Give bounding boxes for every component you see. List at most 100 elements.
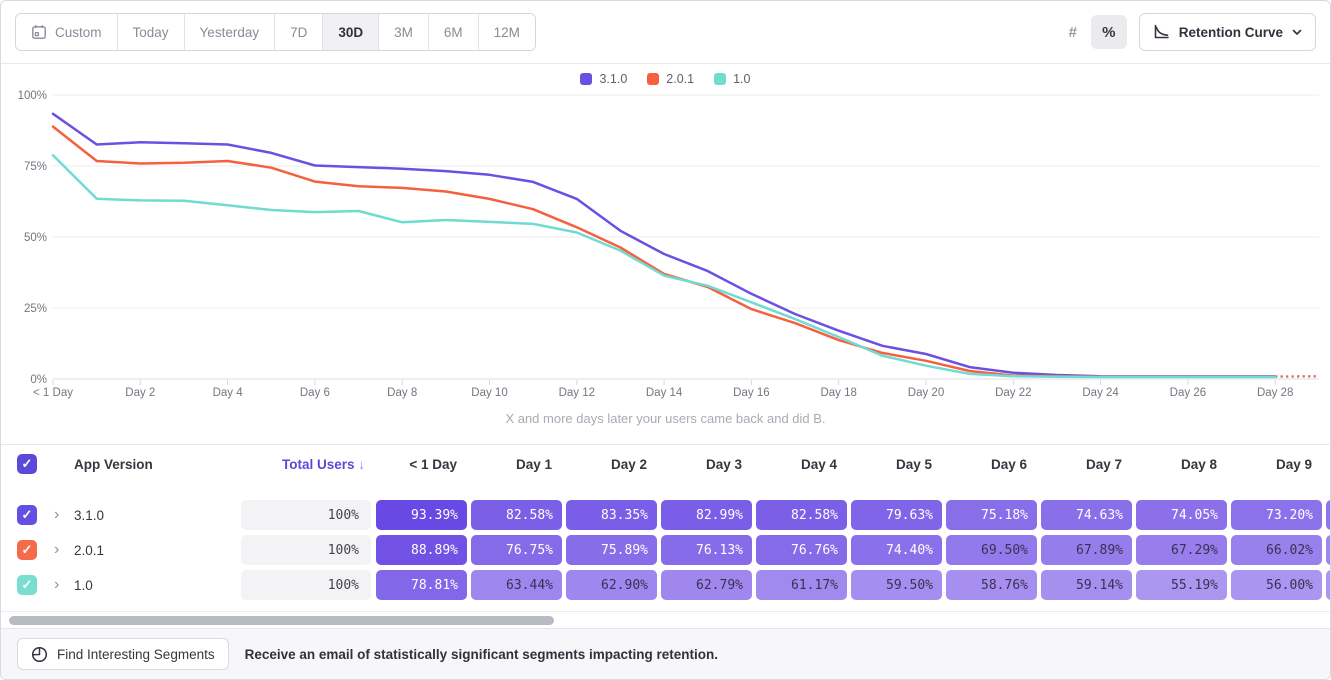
day-column-headers: < 1 DayDay 1Day 2Day 3Day 4Day 5Day 6Day…	[376, 457, 1322, 472]
date-range-custom[interactable]: Custom	[16, 14, 118, 50]
retention-cell[interactable]: 66.02%	[1231, 535, 1322, 565]
retention-cell[interactable]: 63.44%	[471, 570, 562, 600]
retention-cell[interactable]: 82.58%	[756, 500, 847, 530]
retention-cell[interactable]: 76.75%	[471, 535, 562, 565]
horizontal-scrollbar[interactable]	[1, 616, 1330, 625]
toolbar: CustomTodayYesterday7D30D3M6M12M # % Ret…	[1, 1, 1330, 64]
date-range-7d[interactable]: 7D	[275, 14, 323, 50]
retention-cell[interactable]: 82.99%	[661, 500, 752, 530]
date-range-3m[interactable]: 3M	[379, 14, 429, 50]
series-line-1.0	[53, 155, 1275, 377]
column-header-day: Day 8	[1136, 457, 1227, 472]
x-axis-tick-label: Day 22	[995, 387, 1031, 399]
retention-cell[interactable]: 69.50%	[946, 535, 1037, 565]
column-header-day: Day 3	[661, 457, 752, 472]
find-interesting-segments-button[interactable]: Find Interesting Segments	[17, 638, 229, 670]
retention-cell-clipped[interactable]	[1326, 500, 1331, 530]
retention-cell[interactable]: 93.39%	[376, 500, 467, 530]
date-range-12m[interactable]: 12M	[479, 14, 535, 50]
retention-cell-clipped[interactable]	[1326, 570, 1331, 600]
chevron-down-icon	[1292, 29, 1302, 36]
legend-item-2.0.1[interactable]: 2.0.1	[647, 72, 694, 86]
retention-cell[interactable]: 67.29%	[1136, 535, 1227, 565]
row-checkbox-2.0.1[interactable]: ✓	[17, 540, 37, 560]
expand-row-chevron-icon[interactable]: ›	[54, 507, 59, 523]
sort-descending-icon: ↓	[358, 457, 365, 472]
table-row-1.0: ✓›1.0100%78.81%63.44%62.90%62.79%61.17%5…	[1, 570, 1330, 600]
value-mode-toggle: # %	[1055, 15, 1127, 49]
column-header-app-version: App Version	[74, 457, 153, 472]
scrollbar-thumb[interactable]	[9, 616, 554, 625]
x-axis-tick-label: < 1 Day	[33, 387, 73, 399]
retention-cell[interactable]: 74.05%	[1136, 500, 1227, 530]
retention-cell[interactable]: 56.00%	[1231, 570, 1322, 600]
retention-cell[interactable]: 59.14%	[1041, 570, 1132, 600]
retention-cell[interactable]: 62.79%	[661, 570, 752, 600]
x-axis-tick-label: Day 14	[646, 387, 683, 399]
app-version-label: 3.1.0	[74, 508, 104, 523]
date-range-picker: CustomTodayYesterday7D30D3M6M12M	[15, 13, 536, 51]
retention-cell-clipped[interactable]	[1326, 535, 1331, 565]
expand-row-chevron-icon[interactable]: ›	[54, 542, 59, 558]
date-range-6m[interactable]: 6M	[429, 14, 479, 50]
row-checkbox-1.0[interactable]: ✓	[17, 575, 37, 595]
table-header-row: ✓ App Version Total Users ↓ < 1 DayDay 1…	[1, 445, 1330, 483]
retention-cell[interactable]: 74.40%	[851, 535, 942, 565]
date-range-30d[interactable]: 30D	[323, 14, 379, 50]
y-axis-tick-label: 25%	[24, 303, 47, 315]
column-header-day: Day 5	[851, 457, 942, 472]
series-line-3.1.0	[53, 114, 1275, 377]
column-header-day: Day 7	[1041, 457, 1132, 472]
legend-swatch	[714, 73, 726, 85]
legend-item-3.1.0[interactable]: 3.1.0	[580, 72, 627, 86]
retention-cell[interactable]: 58.76%	[946, 570, 1037, 600]
date-range-yesterday[interactable]: Yesterday	[185, 14, 276, 50]
absolute-numbers-button[interactable]: #	[1055, 15, 1091, 49]
retention-cell[interactable]: 61.17%	[756, 570, 847, 600]
column-header-day: Day 1	[471, 457, 562, 472]
retention-cell[interactable]: 62.90%	[566, 570, 657, 600]
column-header-day: Day 9	[1231, 457, 1322, 472]
x-axis-tick-label: Day 16	[733, 387, 769, 399]
retention-cell[interactable]: 74.63%	[1041, 500, 1132, 530]
x-axis-tick-label: Day 10	[471, 387, 507, 399]
total-users-cell: 100%	[241, 570, 371, 600]
retention-cell[interactable]: 78.81%	[376, 570, 467, 600]
retention-cell[interactable]: 73.20%	[1231, 500, 1322, 530]
x-axis-tick-label: Day 8	[387, 387, 417, 399]
retention-cell[interactable]: 75.18%	[946, 500, 1037, 530]
row-checkbox-3.1.0[interactable]: ✓	[17, 505, 37, 525]
x-axis-tick-label: Day 6	[300, 387, 330, 399]
chart-type-label: Retention Curve	[1179, 25, 1283, 40]
footer-bar: Find Interesting Segments Receive an ema…	[1, 628, 1330, 679]
total-users-cell: 100%	[241, 535, 371, 565]
legend-swatch	[580, 73, 592, 85]
expand-row-chevron-icon[interactable]: ›	[54, 577, 59, 593]
retention-cell[interactable]: 76.13%	[661, 535, 752, 565]
column-header-day: Day 6	[946, 457, 1037, 472]
retention-cell[interactable]: 55.19%	[1136, 570, 1227, 600]
x-axis-tick-label: Day 2	[125, 387, 155, 399]
retention-curve-icon	[1153, 24, 1170, 40]
x-axis-tick-label: Day 18	[820, 387, 856, 399]
retention-cell[interactable]: 76.76%	[756, 535, 847, 565]
retention-cell[interactable]: 75.89%	[566, 535, 657, 565]
legend-swatch	[647, 73, 659, 85]
retention-cell[interactable]: 79.63%	[851, 500, 942, 530]
date-range-today[interactable]: Today	[118, 14, 185, 50]
retention-cell[interactable]: 88.89%	[376, 535, 467, 565]
retention-cell[interactable]: 83.35%	[566, 500, 657, 530]
retention-cell[interactable]: 67.89%	[1041, 535, 1132, 565]
percent-mode-button[interactable]: %	[1091, 15, 1127, 49]
legend-item-1.0[interactable]: 1.0	[714, 72, 750, 86]
select-all-checkbox[interactable]: ✓	[17, 454, 37, 474]
retention-cell[interactable]: 82.58%	[471, 500, 562, 530]
segments-icon	[31, 646, 48, 663]
table-row-2.0.1: ✓›2.0.1100%88.89%76.75%75.89%76.13%76.76…	[1, 535, 1330, 565]
x-axis-tick-label: Day 24	[1082, 387, 1119, 399]
table-row-3.1.0: ✓›3.1.0100%93.39%82.58%83.35%82.99%82.58…	[1, 500, 1330, 530]
chart-type-dropdown[interactable]: Retention Curve	[1139, 13, 1316, 51]
retention-cell[interactable]: 59.50%	[851, 570, 942, 600]
column-header-total-users[interactable]: Total Users ↓	[282, 457, 371, 472]
footer-message: Receive an email of statistically signif…	[245, 647, 718, 662]
